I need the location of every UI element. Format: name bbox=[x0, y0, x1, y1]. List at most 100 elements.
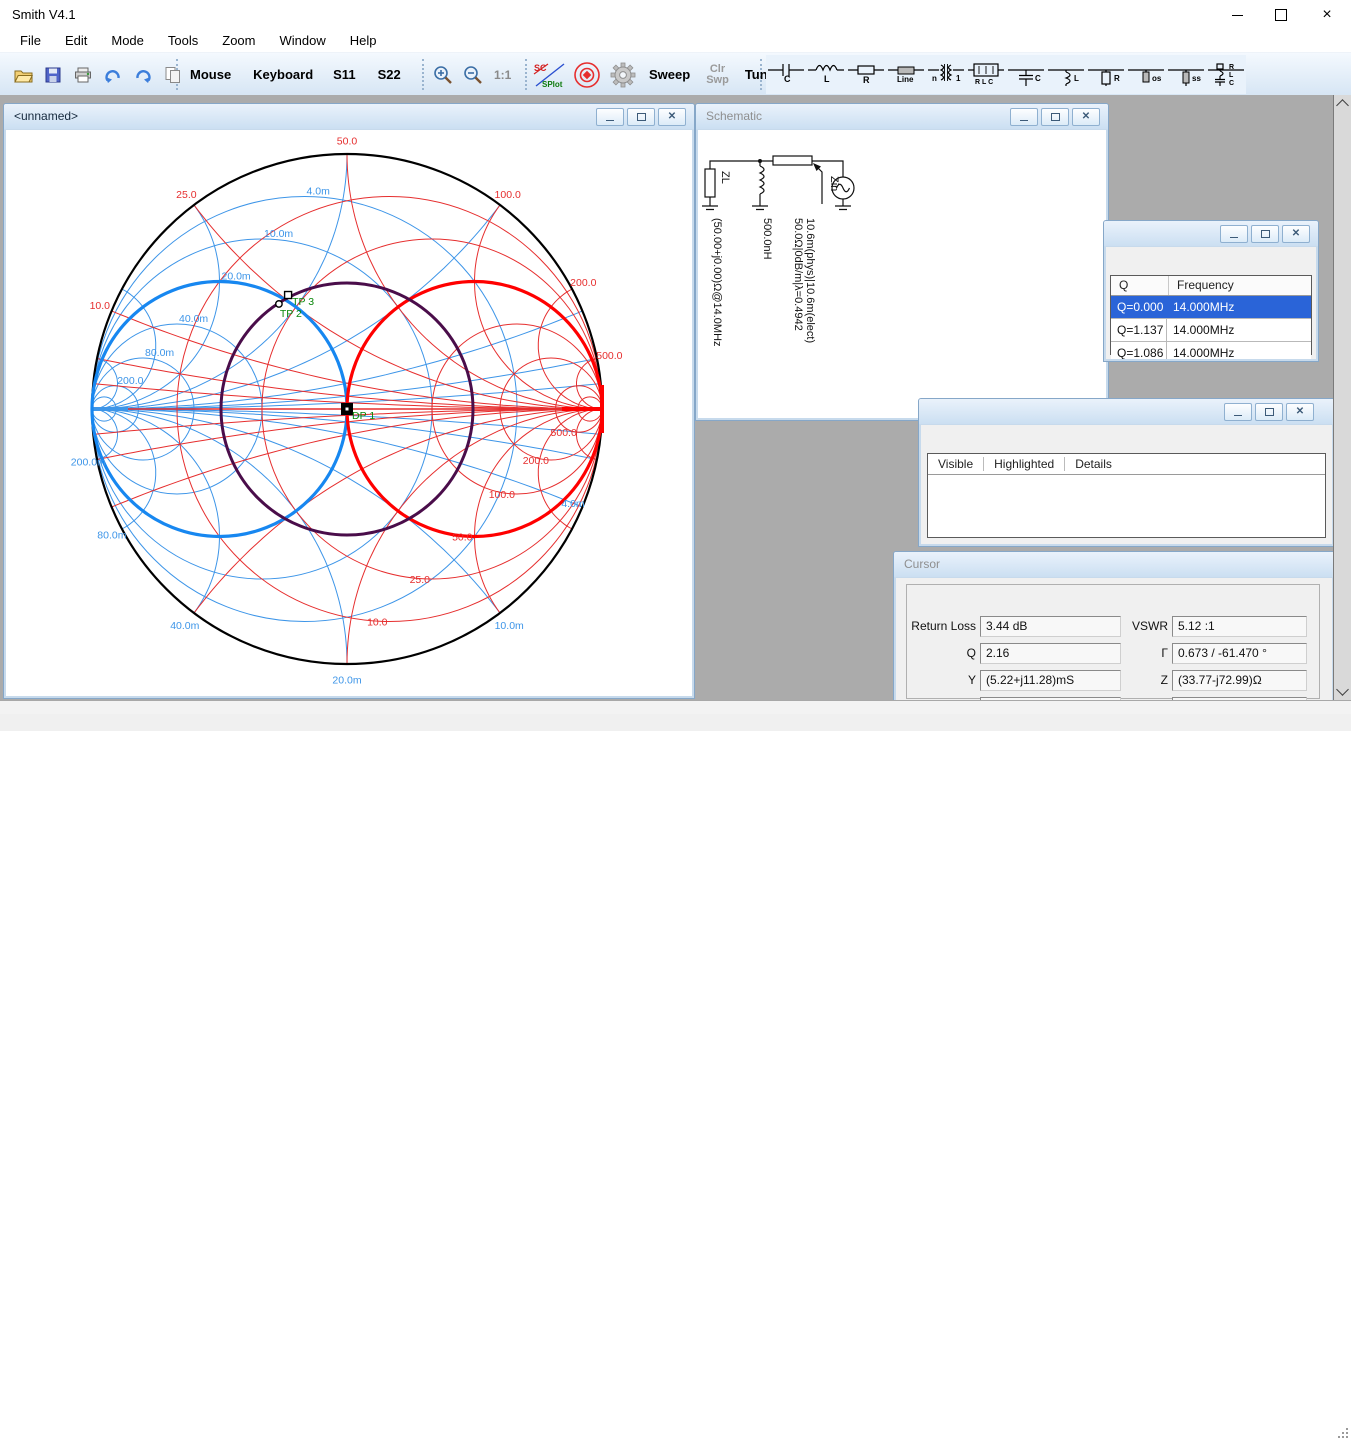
s22-button[interactable]: S22 bbox=[370, 67, 409, 82]
svg-text:200.0: 200.0 bbox=[570, 277, 596, 289]
window-restore-button[interactable] bbox=[1255, 403, 1283, 421]
window-close-button[interactable]: ✕ bbox=[1286, 403, 1314, 421]
keyboard-button[interactable]: Keyboard bbox=[245, 67, 321, 82]
smith-chart[interactable]: 10.025.050.0100.0200.0500.04.0m10.0m20.0… bbox=[6, 130, 692, 696]
menu-item-file[interactable]: File bbox=[8, 30, 53, 52]
toolbar-grip[interactable] bbox=[422, 59, 424, 90]
window-minimize-button[interactable] bbox=[1224, 403, 1252, 421]
sc-splot-button[interactable]: SCSPlot bbox=[531, 58, 569, 92]
svg-text:n: n bbox=[932, 74, 937, 83]
component-series-inductor-button[interactable]: L bbox=[806, 58, 846, 92]
menu-item-mode[interactable]: Mode bbox=[99, 30, 156, 52]
cursor-value-z[interactable]: (33.77-j72.99)Ω bbox=[1172, 670, 1307, 691]
details-column-visible[interactable]: Visible bbox=[928, 457, 983, 471]
q-cell: Q=0.000 bbox=[1111, 296, 1167, 318]
cursor-window-caption[interactable]: Cursor bbox=[894, 552, 1334, 577]
close-button[interactable]: × bbox=[1305, 0, 1349, 30]
component-series-capacitor-button[interactable]: C bbox=[766, 58, 806, 92]
redo-button[interactable] bbox=[128, 58, 158, 92]
component-shunt-inductor-button[interactable]: L bbox=[1046, 58, 1086, 92]
component-series-line-icon: Line bbox=[886, 61, 926, 89]
marker-TP-2[interactable] bbox=[276, 301, 282, 307]
s11-button[interactable]: S11 bbox=[325, 67, 363, 82]
sweep-button[interactable]: Sweep bbox=[641, 67, 698, 82]
component-shorted-stub-button[interactable]: ss bbox=[1166, 58, 1206, 92]
clear-sweep-button[interactable]: ClrSwp bbox=[698, 64, 737, 86]
window-close-button[interactable]: ✕ bbox=[1072, 108, 1100, 126]
component-series-resistor-icon: R bbox=[846, 61, 886, 89]
undo-button[interactable] bbox=[98, 58, 128, 92]
save-button[interactable] bbox=[38, 58, 68, 92]
minimize-icon bbox=[1234, 415, 1242, 416]
minimize-button[interactable] bbox=[1215, 0, 1259, 30]
component-shunt-resistor-button[interactable]: R bbox=[1086, 58, 1126, 92]
schematic-series-line[interactable] bbox=[773, 156, 812, 165]
target-button[interactable] bbox=[569, 58, 605, 92]
svg-text:R: R bbox=[863, 75, 870, 85]
menu-item-window[interactable]: Window bbox=[267, 30, 337, 52]
window-restore-button[interactable] bbox=[1041, 108, 1069, 126]
window-minimize-button[interactable] bbox=[1010, 108, 1038, 126]
svg-text:100.0: 100.0 bbox=[495, 189, 521, 201]
component-series-capacitor-icon: C bbox=[766, 61, 806, 89]
window-close-button[interactable]: ✕ bbox=[658, 108, 686, 126]
component-series-line-button[interactable]: Line bbox=[886, 58, 926, 92]
component-shunt-rlc-icon: RLC bbox=[1206, 61, 1246, 89]
details-column-highlighted[interactable]: Highlighted bbox=[984, 457, 1064, 471]
menu-bar: FileEditModeToolsZoomWindowHelp bbox=[0, 30, 1351, 52]
schematic-canvas[interactable]: ZLZin(50.00+j0.00)Ω@14.0MHz500.0nH50.0Ω|… bbox=[698, 130, 1106, 418]
menu-item-help[interactable]: Help bbox=[338, 30, 389, 52]
window-restore-button[interactable] bbox=[1251, 225, 1279, 243]
chart-window-caption[interactable]: <unnamed> ✕ bbox=[4, 104, 694, 129]
mouse-button[interactable]: Mouse bbox=[182, 67, 239, 82]
details-window-buttons: ✕ bbox=[1224, 403, 1314, 419]
component-series-resistor-button[interactable]: R bbox=[846, 58, 886, 92]
window-minimize-button[interactable] bbox=[1220, 225, 1248, 243]
menu-item-edit[interactable]: Edit bbox=[53, 30, 99, 52]
window-close-button[interactable]: ✕ bbox=[1282, 225, 1310, 243]
component-shunt-capacitor-button[interactable]: C bbox=[1006, 58, 1046, 92]
menu-item-tools[interactable]: Tools bbox=[156, 30, 210, 52]
frequency-column-header[interactable]: Frequency bbox=[1169, 276, 1234, 295]
cursor-value-gamma[interactable]: 0.673 / -61.470 ° bbox=[1172, 643, 1307, 664]
cursor-label-gamma: Γ bbox=[1126, 646, 1168, 660]
minimize-icon bbox=[606, 120, 614, 121]
component-transformer-button[interactable]: n1 bbox=[926, 58, 966, 92]
schematic-shunt-inductor[interactable] bbox=[760, 166, 764, 194]
component-shunt-rlc-button[interactable]: RLC bbox=[1206, 58, 1246, 92]
q-column-header[interactable]: Q bbox=[1111, 276, 1169, 295]
zoom-ratio-button[interactable]: 1:1 bbox=[488, 68, 517, 82]
schematic-window-caption[interactable]: Schematic ✕ bbox=[696, 104, 1108, 129]
menu-item-zoom[interactable]: Zoom bbox=[210, 30, 267, 52]
settings-button[interactable] bbox=[605, 58, 641, 92]
toolbar-grip[interactable] bbox=[525, 59, 527, 90]
horizontal-scrollbar[interactable] bbox=[0, 700, 1351, 715]
svg-text:TP 3: TP 3 bbox=[292, 296, 314, 308]
zoom-out-button[interactable] bbox=[458, 58, 488, 92]
maximize-button[interactable] bbox=[1259, 0, 1303, 30]
cursor-value-vswr[interactable]: 5.12 :1 bbox=[1172, 616, 1307, 637]
q-table-row-1[interactable]: Q=1.137 14.000MHz bbox=[1111, 319, 1311, 342]
file-toolbar-group bbox=[8, 53, 188, 96]
sc-splot-icon: SCSPlot bbox=[532, 60, 568, 90]
window-restore-button[interactable] bbox=[627, 108, 655, 126]
q-table-row-2[interactable]: Q=1.086 14.000MHz bbox=[1111, 342, 1311, 359]
schematic-load[interactable] bbox=[705, 169, 715, 197]
marker-TP-3[interactable] bbox=[285, 292, 292, 299]
window-minimize-button[interactable] bbox=[596, 108, 624, 126]
smith-chart-canvas[interactable]: 10.025.050.0100.0200.0500.04.0m10.0m20.0… bbox=[6, 130, 692, 696]
vertical-scrollbar[interactable] bbox=[1333, 95, 1351, 700]
zoom-out-icon bbox=[462, 64, 484, 86]
details-column-details[interactable]: Details bbox=[1065, 457, 1122, 471]
q-table-row-0[interactable]: Q=0.000 14.000MHz bbox=[1111, 296, 1311, 319]
scroll-up-icon[interactable] bbox=[1336, 99, 1349, 112]
component-open-stub-button[interactable]: os bbox=[1126, 58, 1166, 92]
details-window-caption[interactable]: ✕ bbox=[919, 399, 1334, 424]
zoom-in-button[interactable] bbox=[428, 58, 458, 92]
component-series-rlc-button[interactable]: R L C bbox=[966, 58, 1006, 92]
cursor-window-body: Return Loss 3.44 dB VSWR 5.12 :1 Q 2.16 … bbox=[896, 578, 1332, 700]
scroll-down-icon[interactable] bbox=[1336, 683, 1349, 696]
print-button[interactable] bbox=[68, 58, 98, 92]
q-window-caption[interactable]: ✕ bbox=[1104, 221, 1318, 246]
open-button[interactable] bbox=[8, 58, 38, 92]
